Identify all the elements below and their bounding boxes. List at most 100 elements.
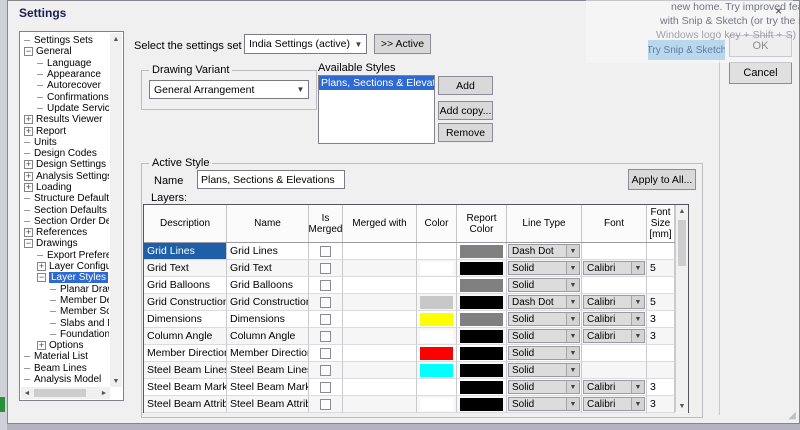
cell-merged-with[interactable] [343,260,417,277]
line-type-combobox[interactable]: Solid ▼ [508,278,580,292]
tree-item[interactable]: + Results Viewer [22,114,109,125]
tree-expander-icon[interactable] [37,107,43,109]
report-color-swatch[interactable] [460,397,503,411]
report-color-swatch[interactable] [460,346,503,360]
cell-font-size[interactable]: 3 [647,379,675,396]
make-active-button[interactable]: >> Active [374,34,431,54]
color-swatch[interactable] [420,397,453,411]
font-combobox[interactable]: Calibri ▼ [583,295,645,309]
tree-expander-icon[interactable]: + [24,183,33,192]
tree-item[interactable]: Update Service [22,103,109,114]
tree-expander-icon[interactable]: + [37,262,46,272]
cell-font[interactable]: Calibri ▼ [582,294,647,311]
tree-expander-icon[interactable] [37,62,43,64]
cell-color[interactable] [417,243,457,260]
tree-item[interactable]: Confirmations [22,91,109,103]
cell-name[interactable]: Steel Beam Attributes [227,396,309,413]
cell-line-type[interactable]: Solid ▼ [507,277,582,294]
tree-expander-icon[interactable] [24,141,30,143]
cell-description[interactable]: Grid Lines [144,243,227,260]
scroll-thumb[interactable] [34,389,86,397]
cell-line-type[interactable]: Solid ▼ [507,260,582,277]
cell-description[interactable]: Dimensions [144,311,227,328]
merged-checkbox[interactable] [320,279,331,291]
tree-expander-icon[interactable] [37,96,43,98]
tree-expander-icon[interactable]: − [37,273,46,283]
cell-merged-with[interactable] [343,243,417,260]
cell-color[interactable] [417,260,457,277]
tree-item[interactable]: Foundations [22,329,109,340]
cell-font[interactable]: Calibri ▼ [582,379,647,396]
color-swatch[interactable] [420,278,453,292]
tree-item[interactable]: Settings Sets [22,35,109,46]
font-combobox[interactable]: Calibri ▼ [583,397,645,411]
line-type-combobox[interactable]: Solid ▼ [508,380,580,394]
line-type-combobox[interactable]: Solid ▼ [508,329,580,343]
try-snip-sketch-button[interactable]: Try Snip & Sketch [648,40,725,60]
cell-report-color[interactable] [457,294,507,311]
cell-color[interactable] [417,294,457,311]
report-color-swatch[interactable] [460,312,503,326]
scroll-left-icon[interactable]: ◄ [21,387,33,399]
cell-name[interactable]: Dimensions [227,311,309,328]
merged-checkbox[interactable] [320,296,331,308]
cell-report-color[interactable] [457,345,507,362]
cell-font-size[interactable] [647,243,675,260]
apply-to-all-button[interactable]: Apply to All... [628,169,696,190]
cell-font[interactable]: ▼ [582,362,647,379]
drawing-variant-combobox[interactable]: General Arrangement ▼ [149,80,309,99]
close-icon[interactable]: × [775,4,782,18]
tree-item[interactable]: Analysis Model [22,374,109,385]
tree-item[interactable]: Material List [22,351,109,362]
cell-line-type[interactable]: Solid ▼ [507,379,582,396]
merged-checkbox[interactable] [320,245,331,257]
tree-item[interactable]: Appearance [22,69,109,80]
cell-merged-with[interactable] [343,311,417,328]
cell-font-size[interactable]: 3 [647,328,675,345]
cell-report-color[interactable] [457,379,507,396]
tree-item[interactable]: − Layer Styles [22,272,109,284]
cell-name[interactable]: Grid Construction Li... [227,294,309,311]
settings-set-combobox[interactable]: India Settings (active) ▼ [244,34,367,54]
cell-font-size[interactable] [647,362,675,379]
scroll-up-icon[interactable]: ▲ [110,33,122,45]
font-combobox[interactable]: Calibri ▼ [583,380,645,394]
scroll-right-icon[interactable]: ► [98,387,110,399]
cell-color[interactable] [417,277,457,294]
tree-item[interactable]: Beam Lines [22,363,109,374]
tree-item[interactable]: Autorecover [22,80,109,91]
scroll-down-icon[interactable]: ▼ [110,375,122,387]
tree-expander-icon[interactable]: − [24,47,33,57]
cell-font-size[interactable]: 5 [647,260,675,277]
cell-line-type[interactable]: Solid ▼ [507,362,582,379]
list-item[interactable]: Plans, Sections & Elevations [319,76,434,90]
add-copy-button[interactable]: Add copy... [438,101,493,120]
cell-description[interactable]: Column Angle [144,328,227,345]
cell-font[interactable]: ▼ [582,277,647,294]
cell-name[interactable]: Steel Beam Lines [227,362,309,379]
cell-name[interactable]: Grid Text [227,260,309,277]
tree-expander-icon[interactable]: + [24,126,33,136]
tree-expander-icon[interactable] [37,85,43,87]
tree-item[interactable]: + Design Settings [22,159,109,170]
tree-expander-icon[interactable] [50,299,56,301]
tree-expander-icon[interactable] [24,356,30,358]
tree-expander-icon[interactable] [37,74,43,76]
tree-expander-icon[interactable] [24,367,30,369]
merged-checkbox[interactable] [320,262,331,274]
cell-report-color[interactable] [457,277,507,294]
merged-checkbox[interactable] [320,381,331,393]
merged-checkbox[interactable] [320,364,331,376]
cell-font[interactable]: Calibri ▼ [582,396,647,413]
line-type-combobox[interactable]: Dash Dot ▼ [508,295,580,309]
tree-expander-icon[interactable]: + [24,115,33,125]
scroll-down-icon[interactable]: ▼ [676,400,688,412]
cell-report-color[interactable] [457,396,507,413]
color-swatch[interactable] [420,261,453,275]
remove-button[interactable]: Remove [438,123,493,142]
color-swatch[interactable] [420,329,453,343]
cell-font-size[interactable]: 3 [647,396,675,413]
cell-color[interactable] [417,345,457,362]
merged-checkbox[interactable] [320,330,331,342]
cell-font[interactable]: ▼ [582,345,647,362]
